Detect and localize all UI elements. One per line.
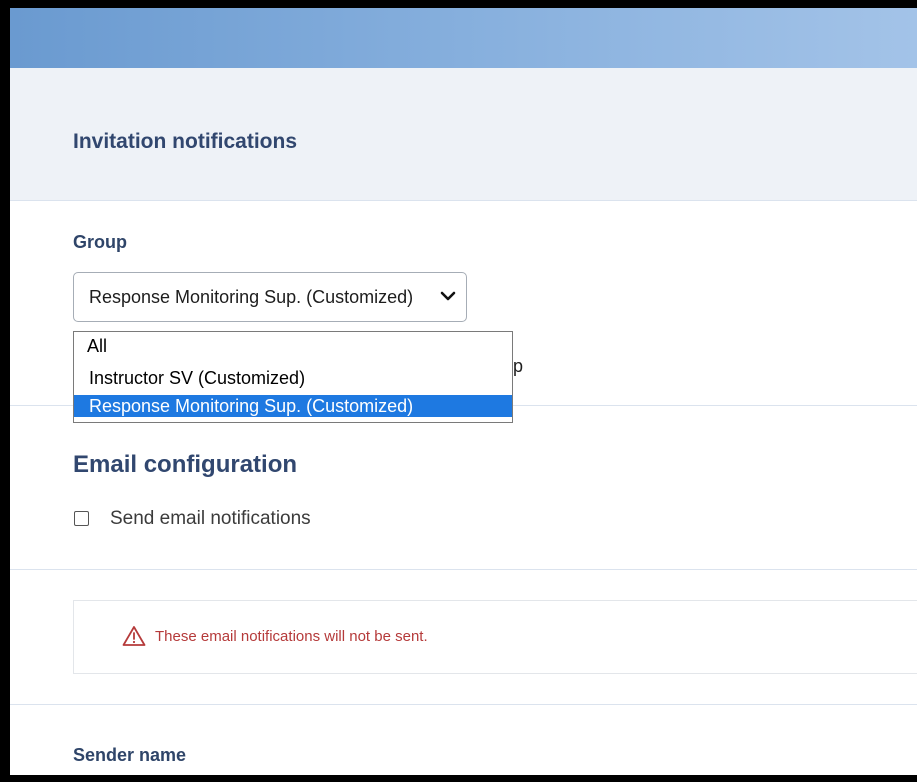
email-configuration-heading: Email configuration	[73, 451, 298, 478]
dropdown-option-all[interactable]: All	[74, 335, 512, 357]
app-frame: Invitation notifications Group Response …	[10, 8, 917, 775]
group-select-value: Response Monitoring Sup. (Customized)	[89, 287, 414, 307]
group-label: Group	[73, 232, 127, 252]
divider	[10, 704, 917, 705]
warning-alert: These email notifications will not be se…	[73, 600, 917, 674]
obscured-text-fragment: p	[513, 356, 524, 376]
chevron-down-icon	[440, 291, 456, 301]
group-select[interactable]: Response Monitoring Sup. (Customized)	[73, 272, 467, 322]
section-title: Invitation notifications	[73, 130, 297, 153]
top-banner	[10, 8, 917, 68]
group-dropdown-list: All Instructor SV (Customized) Response …	[73, 331, 513, 423]
sender-name-label: Sender name	[73, 745, 187, 765]
warning-triangle-icon	[122, 626, 146, 646]
dropdown-option-instructor-sv[interactable]: Instructor SV (Customized)	[74, 367, 512, 389]
send-email-checkbox[interactable]	[74, 511, 89, 526]
dropdown-option-response-monitoring[interactable]: Response Monitoring Sup. (Customized)	[74, 395, 512, 417]
divider	[10, 569, 917, 570]
send-email-checkbox-label[interactable]: Send email notifications	[110, 508, 311, 530]
warning-message: These email notifications will not be se…	[155, 628, 428, 645]
